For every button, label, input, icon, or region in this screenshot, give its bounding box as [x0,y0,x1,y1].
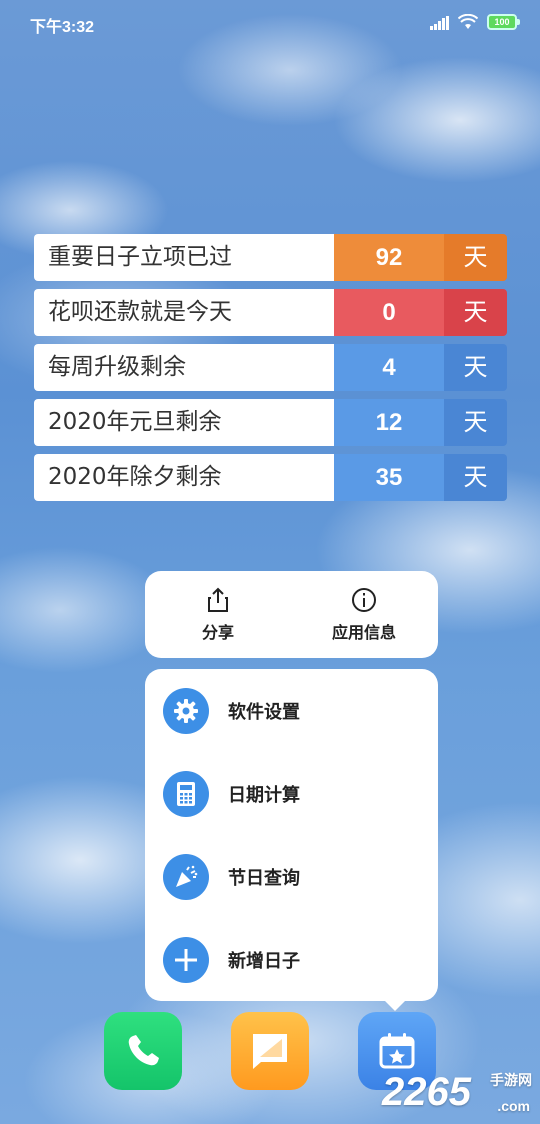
message-icon [253,1034,287,1069]
calculator-icon [163,771,209,817]
menu-item-label: 新增日子 [228,951,300,972]
share-button[interactable]: 分享 [158,587,278,643]
share-label: 分享 [201,623,234,642]
status-time: 下午3:32 [30,19,95,36]
info-icon [352,588,376,612]
countdown-days: 35 [334,454,444,501]
countdown-unit: 天 [444,454,507,501]
phone-icon [128,1035,159,1066]
watermark-site: 手游网 [490,1072,532,1088]
party-popper-icon [163,854,209,900]
battery-level: 100 [494,17,510,27]
menu-item-date-calc[interactable]: 日期计算 [163,769,423,819]
shortcut-header-popup: 分享 应用信息 [145,571,438,658]
menu-item-label: 软件设置 [228,702,300,723]
countdown-days: 4 [334,344,444,391]
menu-item-settings[interactable]: 软件设置 [163,686,423,736]
app-info-button[interactable]: 应用信息 [304,587,424,643]
countdown-label: 重要日子立项已过 [34,234,334,281]
menu-item-label: 节日查询 [228,868,300,889]
countdown-row[interactable]: 2020年除夕剩余 35 天 [34,454,507,501]
countdown-widget[interactable]: 重要日子立项已过 92 天花呗还款就是今天 0 天每周升级剩余 4 天 2020年元旦剩余 12… [34,234,507,509]
calendar-star-icon [379,1033,415,1069]
countdown-row[interactable]: 每周升级剩余 4 天 [34,344,507,391]
countdown-days: 0 [334,289,444,336]
menu-item-add-day[interactable]: 新增日子 [163,935,423,985]
countdown-unit: 天 [444,399,507,446]
status-bar: 下午3:32 100 [0,0,540,46]
countdown-label: 每周升级剩余 [34,344,334,391]
signal-icon [430,16,449,30]
countdown-label: 花呗还款就是今天 [34,289,334,336]
battery-icon: 100 [487,14,520,30]
countdown-unit: 天 [444,289,507,336]
gear-icon [163,688,209,734]
menu-item-label: 日期计算 [228,785,300,806]
countdown-label: 2020年除夕剩余 [34,454,334,501]
countdown-unit: 天 [444,234,507,281]
phone-app[interactable] [104,1012,182,1090]
shortcut-menu: 软件设置 日期计算 节日查询 新增日子 [145,669,438,1011]
wifi-icon [458,14,478,29]
watermark-domain: .com [497,1098,530,1114]
countdown-label: 2020年元旦剩余 [34,399,334,446]
countdown-unit: 天 [444,344,507,391]
watermark: 2265 手游网 .com [382,1070,532,1118]
countdown-days: 92 [334,234,444,281]
countdown-row[interactable]: 重要日子立项已过 92 天 [34,234,507,281]
messages-app[interactable] [231,1012,309,1090]
share-icon [208,587,228,612]
countdown-row[interactable]: 2020年元旦剩余 12 天 [34,399,507,446]
countdown-row[interactable]: 花呗还款就是今天 0 天 [34,289,507,336]
countdown-days: 12 [334,399,444,446]
app-info-label: 应用信息 [331,623,396,642]
watermark-number: 2265 [382,1070,471,1114]
menu-item-holiday-query[interactable]: 节日查询 [163,852,423,902]
plus-icon [163,937,209,983]
